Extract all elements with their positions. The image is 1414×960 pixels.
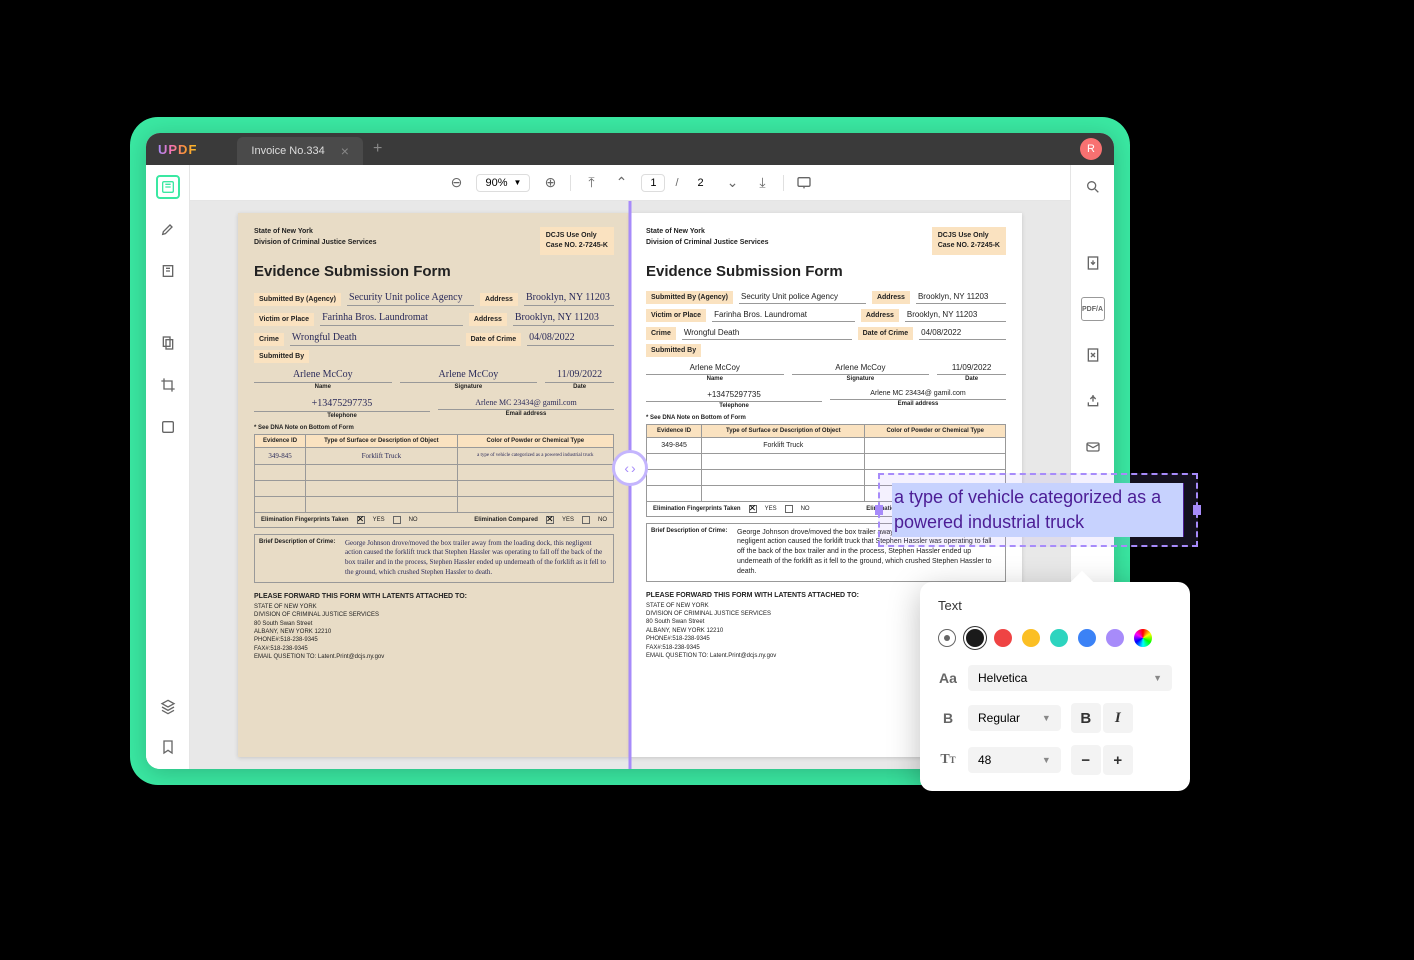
text-properties-panel: Text Aa Helvetica▼ B Regular▼ B I TT 48▼… <box>920 582 1190 791</box>
font-size-dropdown[interactable]: 48▼ <box>968 747 1061 773</box>
next-page-button[interactable]: ⌄ <box>723 173 743 193</box>
color-wheel-icon[interactable] <box>1134 629 1152 647</box>
present-button[interactable] <box>794 173 814 193</box>
left-toolbar <box>146 165 190 769</box>
tab-title: Invoice No.334 <box>251 145 324 157</box>
highlighter-tool-icon[interactable] <box>156 217 180 241</box>
color-swatch-yellow[interactable] <box>1022 629 1040 647</box>
organize-tool-icon[interactable] <box>156 331 180 355</box>
pdfa-icon[interactable]: PDF/A <box>1081 297 1105 321</box>
tab-close-icon[interactable]: × <box>341 143 349 159</box>
last-page-button[interactable]: ⤓ <box>753 173 773 193</box>
color-swatch-teal[interactable] <box>1050 629 1068 647</box>
decrease-size-button[interactable]: − <box>1071 745 1101 775</box>
selection-handle-right[interactable] <box>1193 505 1201 515</box>
zoom-in-button[interactable]: ⊕ <box>540 173 560 193</box>
user-avatar[interactable]: R <box>1080 138 1102 160</box>
add-tab-button[interactable]: + <box>373 140 382 158</box>
eyedropper-icon[interactable] <box>938 629 956 647</box>
first-page-button[interactable]: ⤒ <box>581 173 601 193</box>
selection-handle-left[interactable] <box>875 505 883 515</box>
watermark-tool-icon[interactable] <box>156 415 180 439</box>
italic-button[interactable]: I <box>1103 703 1133 733</box>
app-logo: UPDF <box>158 142 197 157</box>
compare-splitter-handle[interactable]: ‹› <box>612 450 648 486</box>
document-tab[interactable]: Invoice No.334 × <box>237 137 363 165</box>
form-title: Evidence Submission Form <box>254 263 614 280</box>
font-family-dropdown[interactable]: Helvetica▼ <box>968 665 1172 691</box>
color-swatch-blue[interactable] <box>1078 629 1096 647</box>
font-weight-dropdown[interactable]: Regular▼ <box>968 705 1061 731</box>
export-icon[interactable] <box>1081 251 1105 275</box>
text-edit-selection[interactable]: a type of vehicle categorized as a power… <box>878 473 1198 547</box>
share-icon[interactable] <box>1081 389 1105 413</box>
zoom-select[interactable]: 90%▼ <box>476 174 530 192</box>
font-weight-icon: B <box>938 710 958 726</box>
page-scanned: State of New YorkDivision of Criminal Ju… <box>238 213 630 757</box>
crop-tool-icon[interactable] <box>156 373 180 397</box>
search-icon[interactable] <box>1081 175 1105 199</box>
color-swatch-purple[interactable] <box>1106 629 1124 647</box>
reader-tool-icon[interactable] <box>156 175 180 199</box>
edited-text[interactable]: a type of vehicle categorized as a power… <box>892 483 1184 537</box>
page-current-input[interactable]: 1 <box>641 174 665 192</box>
color-row <box>938 629 1172 647</box>
color-swatch-black[interactable] <box>966 629 984 647</box>
increase-size-button[interactable]: + <box>1103 745 1133 775</box>
color-swatch-red[interactable] <box>994 629 1012 647</box>
page-toolbar: ⊖ 90%▼ ⊕ ⤒ ⌃ 1 / 2 ⌄ ⤓ <box>190 165 1070 201</box>
panel-title: Text <box>938 598 1172 613</box>
edit-tool-icon[interactable] <box>156 259 180 283</box>
compress-icon[interactable] <box>1081 343 1105 367</box>
titlebar: UPDF Invoice No.334 × + R <box>146 133 1114 165</box>
bookmark-icon[interactable] <box>156 735 180 759</box>
mail-icon[interactable] <box>1081 435 1105 459</box>
layers-icon[interactable] <box>156 695 180 719</box>
font-family-icon: Aa <box>938 670 958 686</box>
page-total: 2 <box>689 175 713 191</box>
font-size-icon: TT <box>938 752 958 768</box>
prev-page-button[interactable]: ⌃ <box>611 173 631 193</box>
zoom-out-button[interactable]: ⊖ <box>446 173 466 193</box>
bold-button[interactable]: B <box>1071 703 1101 733</box>
